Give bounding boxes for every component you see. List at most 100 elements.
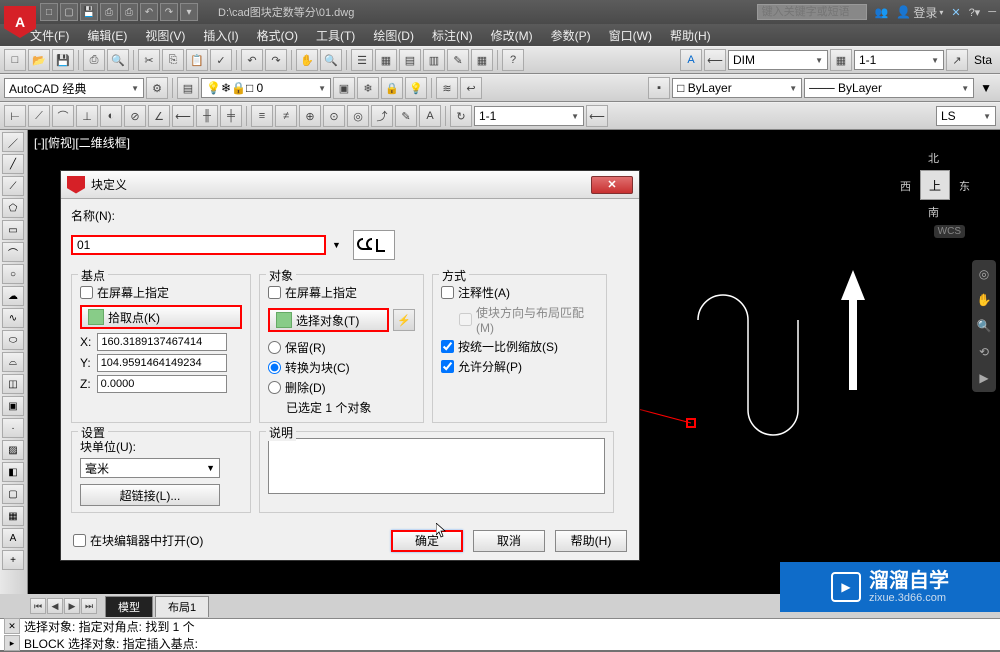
workspace-combo[interactable]: AutoCAD 经典▼: [4, 78, 144, 98]
tb-paste-icon[interactable]: 📋: [186, 49, 208, 71]
tb-help-icon[interactable]: ?: [502, 49, 524, 71]
layer-freeze-icon[interactable]: ❄: [357, 77, 379, 99]
tab-model[interactable]: 模型: [105, 596, 153, 617]
viewcube-south[interactable]: 南: [928, 204, 939, 220]
qat-plot-icon[interactable]: ⎙: [120, 3, 138, 21]
polygon-icon[interactable]: ⬠: [2, 198, 24, 218]
dim-update-icon[interactable]: ↻: [450, 105, 472, 127]
viewcube-west[interactable]: 西: [900, 178, 911, 194]
tb-new-icon[interactable]: □: [4, 49, 26, 71]
cmd-input-icon[interactable]: ▸: [4, 635, 20, 651]
mtext-icon[interactable]: A: [2, 528, 24, 548]
cmd-close-icon[interactable]: ✕: [4, 618, 20, 634]
annotative-checkbox[interactable]: 注释性(A): [441, 284, 598, 301]
dim-tedit-icon[interactable]: A: [419, 105, 441, 127]
tb-preview-icon[interactable]: 🔍: [107, 49, 129, 71]
pline-icon[interactable]: ⟋: [2, 176, 24, 196]
help-search-input[interactable]: [757, 4, 867, 20]
tb-prop-icon[interactable]: ☰: [351, 49, 373, 71]
tb-dimstyle-icon[interactable]: ⟵: [704, 49, 726, 71]
sign-in-button[interactable]: 👤登录▾: [896, 4, 943, 21]
dim-radius-icon[interactable]: ◐: [100, 105, 122, 127]
dim-arc-icon[interactable]: ⌒: [52, 105, 74, 127]
dim-quick-icon[interactable]: ⟵: [172, 105, 194, 127]
menu-parametric[interactable]: 参数(P): [551, 27, 591, 44]
hyperlink-button[interactable]: 超链接(L)...: [80, 484, 220, 506]
layer-combo[interactable]: 💡❄🔒□ 0▼: [201, 78, 331, 98]
description-textarea[interactable]: [268, 438, 605, 494]
layer-prev-icon[interactable]: ↩: [460, 77, 482, 99]
select-objects-button[interactable]: 选择对象(T): [268, 308, 389, 332]
nav-pan-icon[interactable]: ✋: [974, 290, 994, 310]
dim-inspect-icon[interactable]: ◎: [347, 105, 369, 127]
region-icon[interactable]: ▢: [2, 484, 24, 504]
rectangle-icon[interactable]: ▭: [2, 220, 24, 240]
dim-center-icon[interactable]: ⊙: [323, 105, 345, 127]
dim-aligned-icon[interactable]: ⟋: [28, 105, 50, 127]
scale-combo[interactable]: 1-1▼: [854, 50, 944, 70]
layer-match-icon[interactable]: ≋: [436, 77, 458, 99]
z-input[interactable]: [97, 375, 227, 393]
cancel-button[interactable]: 取消: [473, 530, 545, 552]
scale-uniform-checkbox[interactable]: 按统一比例缩放(S): [441, 338, 598, 355]
dim-linear-icon[interactable]: ⊢: [4, 105, 26, 127]
block-name-input[interactable]: [71, 235, 326, 255]
nav-showmotion-icon[interactable]: ▶: [974, 368, 994, 388]
help-icon[interactable]: ?▾: [969, 6, 981, 19]
tab-last-icon[interactable]: ⏭: [81, 598, 97, 614]
tab-prev-icon[interactable]: ◀: [47, 598, 63, 614]
tb-zoom-icon[interactable]: 🔍: [320, 49, 342, 71]
viewport-label[interactable]: [-][俯视][二维线框]: [34, 134, 130, 151]
retain-radio[interactable]: 保留(R): [268, 339, 415, 356]
menu-tools[interactable]: 工具(T): [316, 27, 355, 44]
tb-match-icon[interactable]: ✓: [210, 49, 232, 71]
dim-space-icon[interactable]: ≡: [251, 105, 273, 127]
tb-cut-icon[interactable]: ✂: [138, 49, 160, 71]
dim-baseline-icon[interactable]: ╫: [196, 105, 218, 127]
dimstyle-combo[interactable]: DIM▼: [728, 50, 828, 70]
tb-redo-icon[interactable]: ↷: [265, 49, 287, 71]
tb-copy-icon[interactable]: ⎘: [162, 49, 184, 71]
tb-pan-icon[interactable]: ✋: [296, 49, 318, 71]
qat-undo-icon[interactable]: ↶: [140, 3, 158, 21]
convert-radio[interactable]: 转换为块(C): [268, 359, 415, 376]
menu-modify[interactable]: 修改(M): [491, 27, 533, 44]
workspace-gear-icon[interactable]: ⚙: [146, 77, 168, 99]
nav-orbit-icon[interactable]: ⟲: [974, 342, 994, 362]
dimscale-combo[interactable]: 1-1▼: [474, 106, 584, 126]
tb-dcenter-icon[interactable]: ▦: [375, 49, 397, 71]
dim-jog-icon[interactable]: ⤴: [371, 105, 393, 127]
table-icon[interactable]: ▦: [2, 506, 24, 526]
nav-wheel-icon[interactable]: ◎: [974, 264, 994, 284]
qat-more-icon[interactable]: ▾: [180, 3, 198, 21]
dim-break-icon[interactable]: ≠: [275, 105, 297, 127]
tb-sheet-icon[interactable]: ▥: [423, 49, 445, 71]
viewcube-east[interactable]: 东: [959, 178, 970, 194]
circle-icon[interactable]: ○: [2, 264, 24, 284]
block-unit-combo[interactable]: 毫米▼: [80, 458, 220, 478]
help-button[interactable]: 帮助(H): [555, 530, 627, 552]
command-prompt[interactable]: ▸ BLOCK 选择对象: 指定插入基点:: [4, 635, 996, 652]
menu-help[interactable]: 帮助(H): [670, 27, 711, 44]
dim-style-icon[interactable]: ⟵: [586, 105, 608, 127]
dim-angular-icon[interactable]: ∠: [148, 105, 170, 127]
viewcube-north[interactable]: 北: [928, 150, 939, 166]
color-icon[interactable]: ▪: [648, 77, 670, 99]
menu-file[interactable]: 文件(F): [30, 27, 69, 44]
tb-toolpal-icon[interactable]: ▤: [399, 49, 421, 71]
revcloud-icon[interactable]: ☁: [2, 286, 24, 306]
menu-view[interactable]: 视图(V): [145, 27, 185, 44]
xline-icon[interactable]: ╱: [2, 154, 24, 174]
tb-open-icon[interactable]: 📂: [28, 49, 50, 71]
qat-redo-icon[interactable]: ↷: [160, 3, 178, 21]
linetype-combo[interactable]: ─── ByLayer▼: [804, 78, 974, 98]
dialog-close-button[interactable]: ✕: [591, 176, 633, 194]
color-combo[interactable]: □ ByLayer▼: [672, 78, 802, 98]
command-line[interactable]: ✕ 选择对象: 指定对角点: 找到 1 个 ▸ BLOCK 选择对象: 指定插入…: [0, 618, 1000, 650]
wcs-label[interactable]: WCS: [934, 225, 965, 238]
quickselect-icon[interactable]: ⚡: [393, 309, 415, 331]
qat-saveas-icon[interactable]: ⎙: [100, 3, 118, 21]
point-icon[interactable]: ·: [2, 418, 24, 438]
menu-draw[interactable]: 绘图(D): [373, 27, 414, 44]
tab-layout1[interactable]: 布局1: [155, 596, 209, 617]
